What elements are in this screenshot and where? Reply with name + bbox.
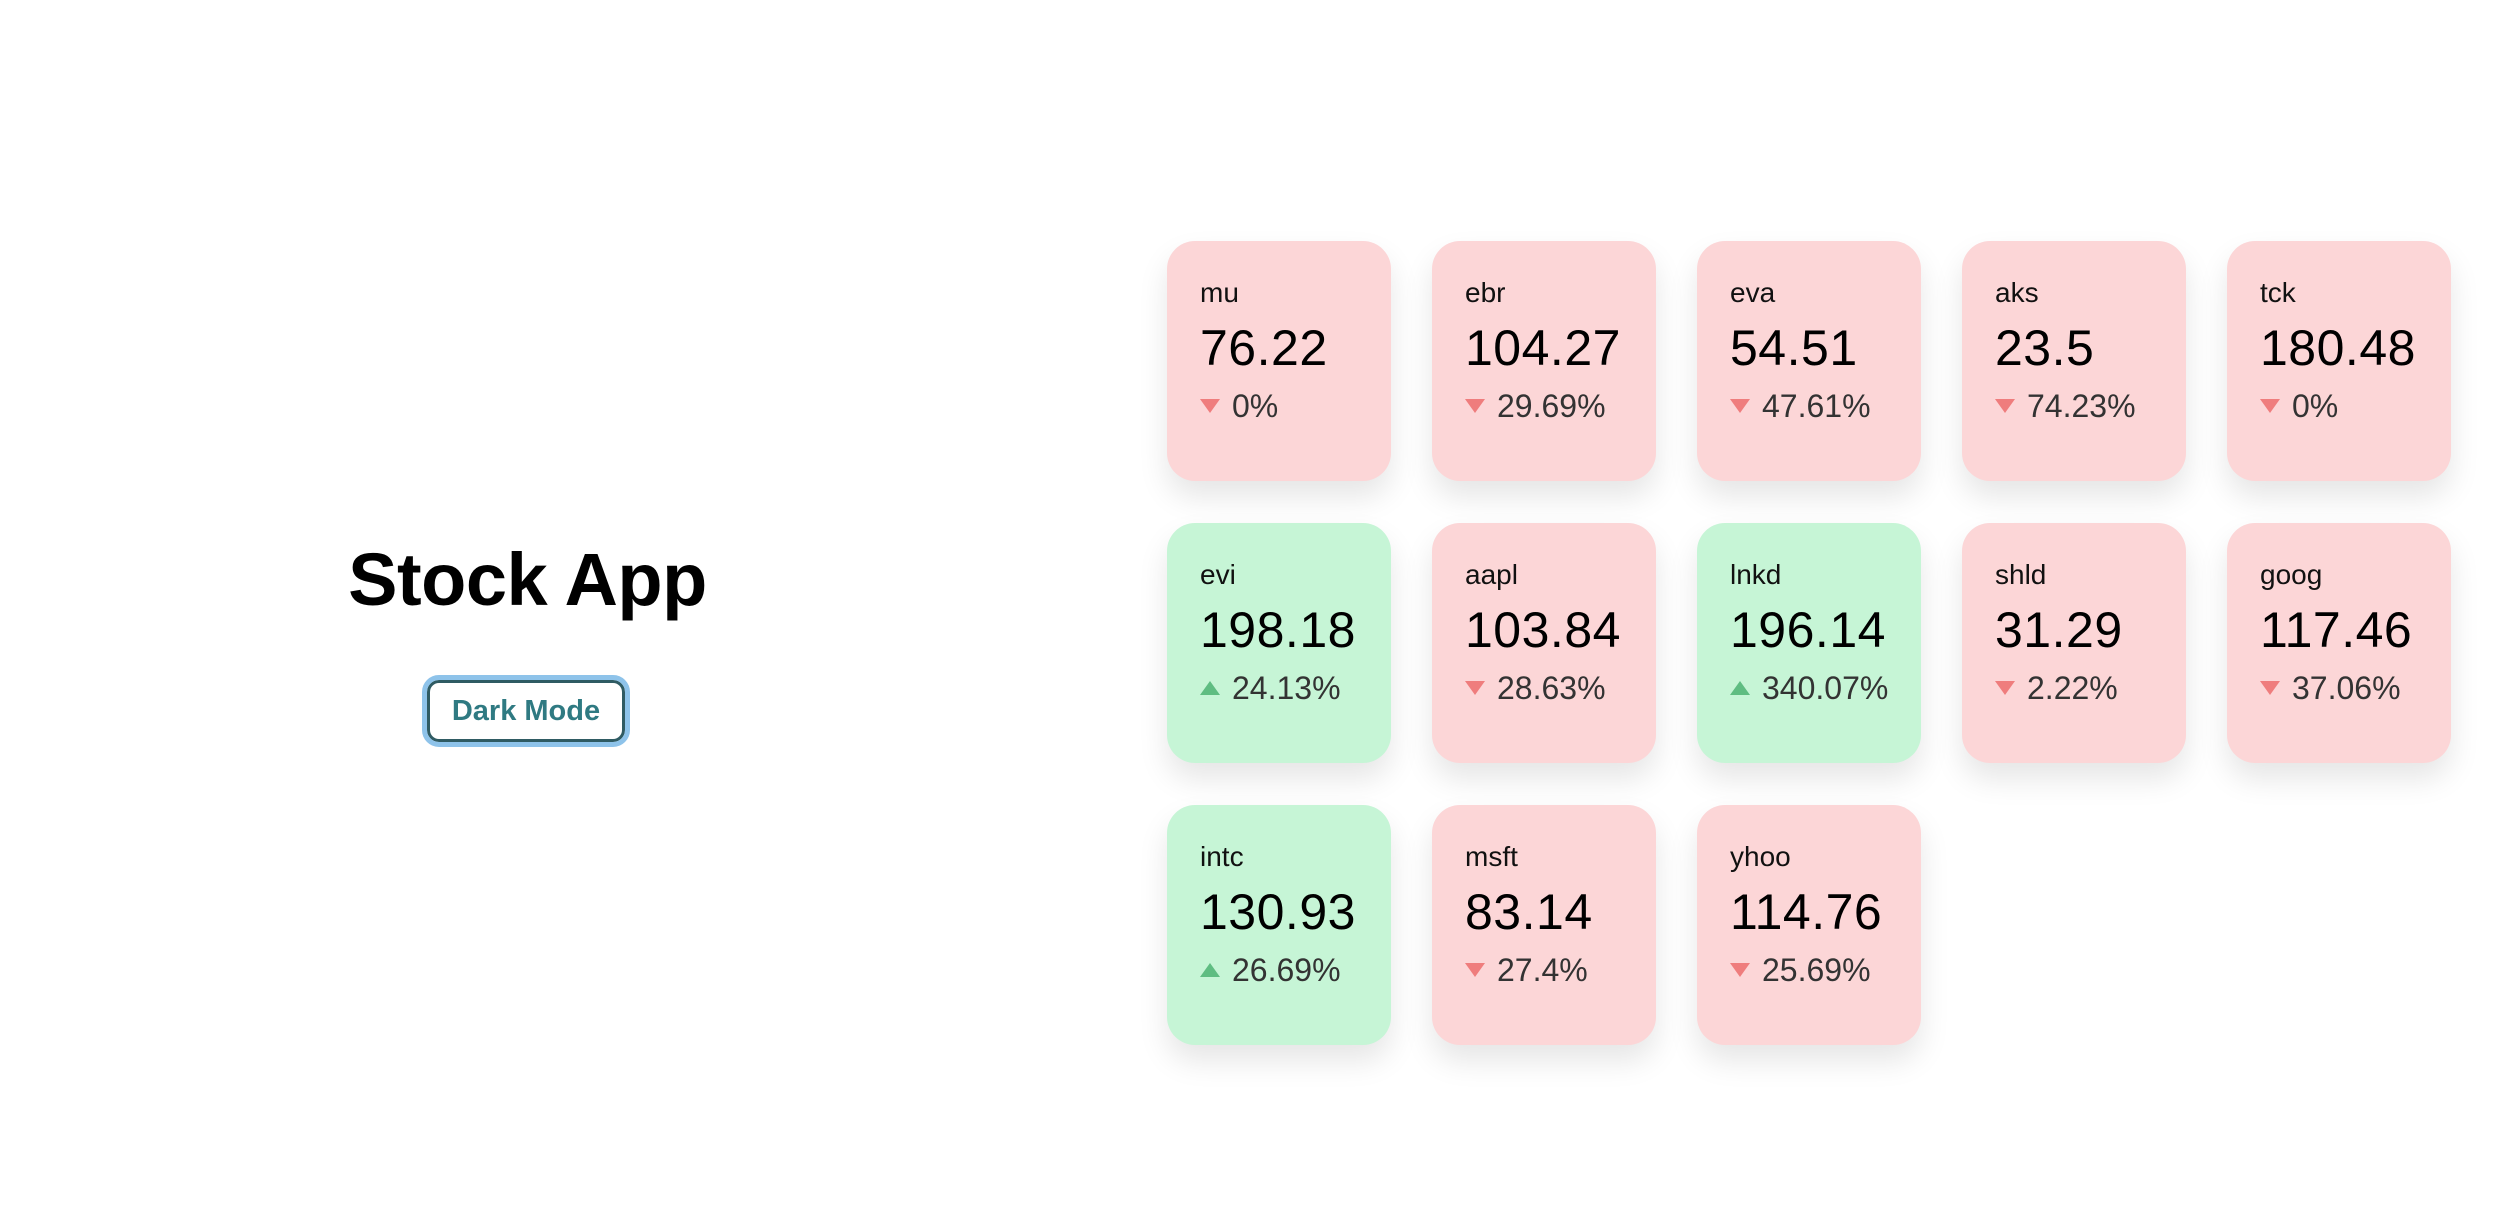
stock-change-percent: 25.69% — [1762, 952, 1871, 988]
stock-ticker: lnkd — [1730, 559, 1782, 590]
stock-price: 196.14 — [1730, 602, 1886, 658]
stock-change-row: 28.63% — [1465, 670, 1656, 706]
stock-change-row: 340.07% — [1730, 670, 1921, 706]
stock-app-page: Stock App Dark Mode mu 76.22 0% ebr 104.27 29… — [0, 0, 2500, 1220]
stock-ticker: evi — [1200, 559, 1236, 590]
stock-change-percent: 74.23% — [2027, 388, 2136, 424]
stock-card-evi: evi 198.18 24.13% — [1167, 523, 1391, 763]
stock-ticker: intc — [1200, 841, 1244, 872]
stock-ticker: mu — [1200, 277, 1239, 308]
stock-change-percent: 29.69% — [1497, 388, 1606, 424]
triangle-down-icon — [2260, 399, 2280, 413]
stock-card-tck: tck 180.48 0% — [2227, 241, 2451, 481]
stock-price: 130.93 — [1200, 884, 1356, 940]
stock-ticker: shld — [1995, 559, 2047, 590]
stock-price: 104.27 — [1465, 320, 1621, 376]
stock-change-percent: 47.61% — [1762, 388, 1871, 424]
stock-price: 117.46 — [2260, 602, 2413, 658]
header-panel: Stock App Dark Mode — [0, 0, 1055, 1220]
stock-change-percent: 37.06% — [2292, 670, 2401, 706]
stock-card-lnkd: lnkd 196.14 340.07% — [1697, 523, 1921, 763]
triangle-up-icon — [1730, 681, 1750, 695]
dark-mode-button[interactable]: Dark Mode — [422, 675, 630, 747]
triangle-down-icon — [1730, 399, 1750, 413]
triangle-down-icon — [2260, 681, 2280, 695]
stock-change-row: 0% — [1200, 388, 1391, 424]
stock-price: 76.22 — [1200, 320, 1328, 376]
stock-grid: mu 76.22 0% ebr 104.27 29.69% eva 54.51 47.61% ak… — [1167, 241, 2451, 1045]
stock-card-goog: goog 117.46 37.06% — [2227, 523, 2451, 763]
stock-ticker: ebr — [1465, 277, 1506, 308]
stock-price: 23.5 — [1995, 320, 2095, 376]
stock-change-row: 0% — [2260, 388, 2451, 424]
stock-change-row: 37.06% — [2260, 670, 2451, 706]
stock-card-yhoo: yhoo 114.76 25.69% — [1697, 805, 1921, 1045]
stock-price: 180.48 — [2260, 320, 2416, 376]
stock-price: 83.14 — [1465, 884, 1593, 940]
stock-change-percent: 340.07% — [1762, 670, 1889, 706]
triangle-down-icon — [1200, 399, 1220, 413]
stock-change-percent: 28.63% — [1497, 670, 1606, 706]
triangle-down-icon — [1995, 681, 2015, 695]
stock-card-eva: eva 54.51 47.61% — [1697, 241, 1921, 481]
stock-card-shld: shld 31.29 2.22% — [1962, 523, 2186, 763]
stock-change-row: 2.22% — [1995, 670, 2186, 706]
stock-price: 114.76 — [1730, 884, 1883, 940]
stock-change-row: 24.13% — [1200, 670, 1391, 706]
stock-ticker: eva — [1730, 277, 1776, 308]
stock-ticker: yhoo — [1730, 841, 1791, 872]
triangle-up-icon — [1200, 963, 1220, 977]
stock-card-aks: aks 23.5 74.23% — [1962, 241, 2186, 481]
stock-card-intc: intc 130.93 26.69% — [1167, 805, 1391, 1045]
stock-change-percent: 26.69% — [1232, 952, 1341, 988]
triangle-up-icon — [1200, 681, 1220, 695]
page-title: Stock App — [348, 538, 707, 621]
stock-card-mu: mu 76.22 0% — [1167, 241, 1391, 481]
stock-card-ebr: ebr 104.27 29.69% — [1432, 241, 1656, 481]
stock-change-percent: 2.22% — [2027, 670, 2118, 706]
stock-ticker: msft — [1465, 841, 1518, 872]
stock-ticker: tck — [2260, 277, 2296, 308]
stock-price: 198.18 — [1200, 602, 1356, 658]
triangle-down-icon — [1730, 963, 1750, 977]
triangle-down-icon — [1465, 963, 1485, 977]
stock-change-row: 27.4% — [1465, 952, 1656, 988]
stock-card-msft: msft 83.14 27.4% — [1432, 805, 1656, 1045]
stock-change-row: 29.69% — [1465, 388, 1656, 424]
stock-price: 54.51 — [1730, 320, 1858, 376]
stock-price: 103.84 — [1465, 602, 1621, 658]
triangle-down-icon — [1465, 681, 1485, 695]
stock-change-row: 26.69% — [1200, 952, 1391, 988]
stock-ticker: aks — [1995, 277, 2039, 308]
triangle-down-icon — [1465, 399, 1485, 413]
stock-card-aapl: aapl 103.84 28.63% — [1432, 523, 1656, 763]
stock-change-row: 47.61% — [1730, 388, 1921, 424]
stock-price: 31.29 — [1995, 602, 2123, 658]
stock-change-percent: 27.4% — [1497, 952, 1588, 988]
stock-change-percent: 24.13% — [1232, 670, 1341, 706]
stock-ticker: aapl — [1465, 559, 1518, 590]
stock-change-row: 74.23% — [1995, 388, 2186, 424]
stock-ticker: goog — [2260, 559, 2323, 590]
stock-change-percent: 0% — [2292, 388, 2339, 424]
stock-change-row: 25.69% — [1730, 952, 1921, 988]
stock-change-percent: 0% — [1232, 388, 1279, 424]
triangle-down-icon — [1995, 399, 2015, 413]
